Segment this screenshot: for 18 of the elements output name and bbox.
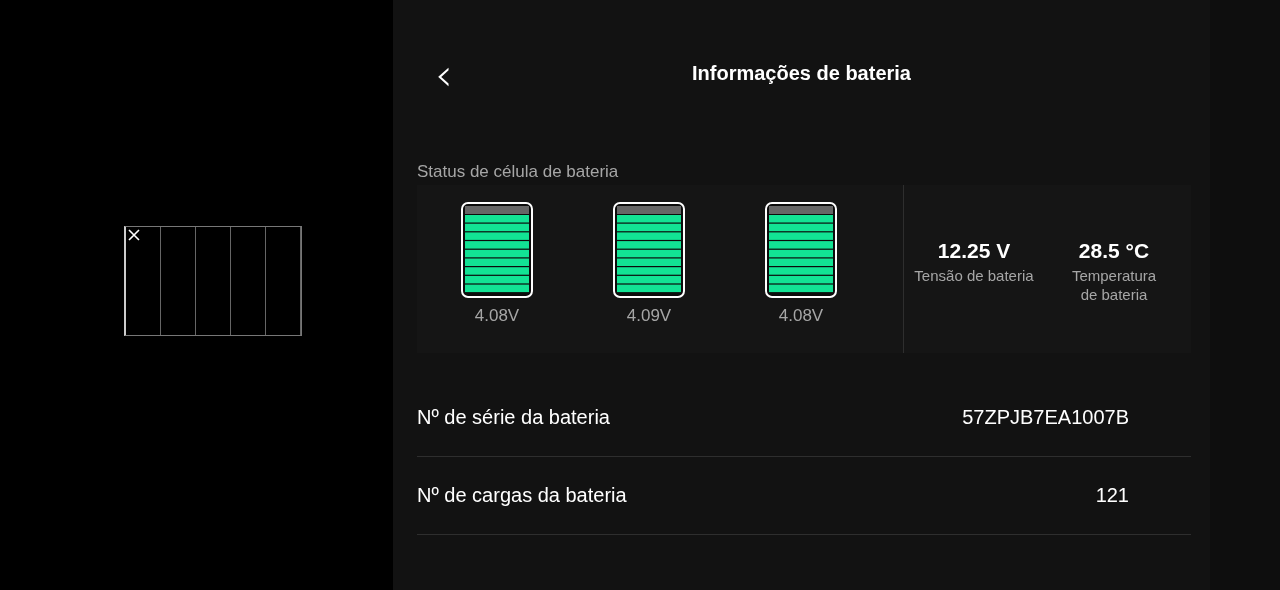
battery-cell-icon [461,202,533,298]
row-label: Nº de cargas da bateria [417,484,627,507]
battery-cell-icon [613,202,685,298]
stat-label: Temperatura de bateria [1070,266,1158,304]
row-value: 57ZPJB7EA1007B [962,406,1129,429]
cell-voltage: 4.09V [626,306,672,326]
row-label: Nº de série da bateria [417,406,610,429]
back-button[interactable]: ‹ [427,58,461,92]
section-label: Status de célula de bateria [417,162,620,183]
stat-value: 12.25 V [937,239,1011,263]
close-icon[interactable] [127,229,140,241]
battery-cell-icon [765,202,837,298]
cell-voltage: 4.08V [778,306,824,326]
cell-voltage: 4.08V [474,306,520,326]
stat-label: Tensão de bateria [914,266,1034,285]
page-title: Informações de bateria [692,62,911,85]
stat-value: 28.5 °C [1078,239,1150,263]
row-value: 121 [1095,484,1129,507]
